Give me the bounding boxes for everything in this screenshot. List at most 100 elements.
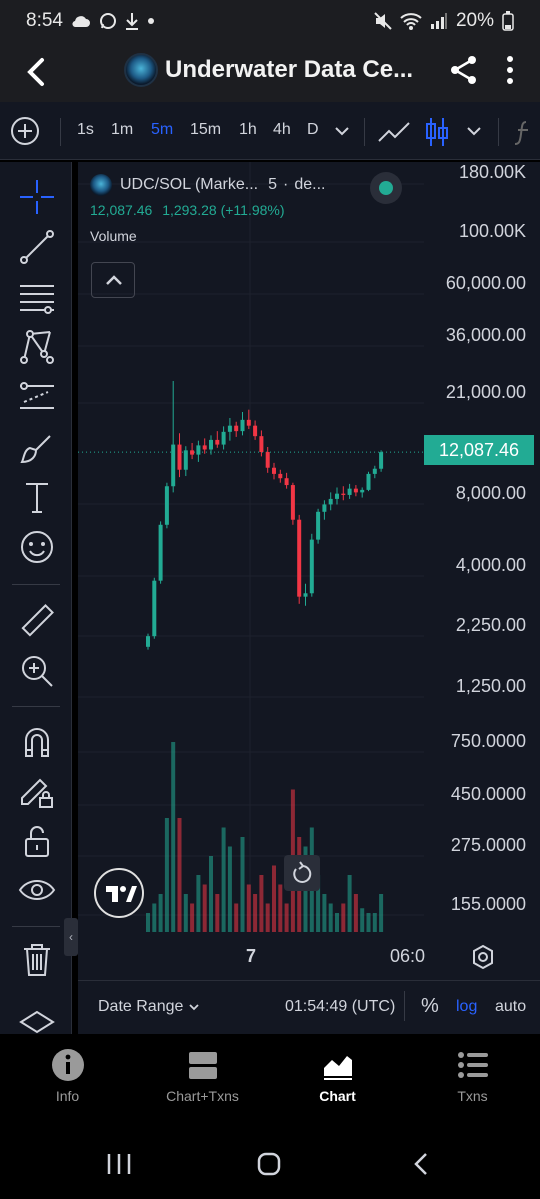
symbol-row[interactable]: UDC/SOL (Marke... 5 · de...	[90, 174, 325, 196]
volume-bar	[253, 894, 258, 932]
candle-body	[209, 439, 213, 450]
candle-body	[177, 444, 182, 470]
date-range-button[interactable]: Date Range	[98, 998, 183, 1016]
add-symbol-icon[interactable]	[10, 116, 40, 146]
candle-body	[221, 431, 226, 445]
timeframe-4h[interactable]: 4h	[273, 121, 291, 139]
volume-bar	[347, 875, 352, 932]
current-price-tag: 12,087.46	[424, 435, 534, 465]
tradingview-logo[interactable]	[94, 868, 144, 918]
text-icon[interactable]	[18, 478, 56, 516]
status-bar: 8:54 20%	[0, 0, 540, 42]
chart-toolbar: 1s 1m 5m 15m 1h 4h D	[0, 102, 540, 160]
volume-bar	[202, 884, 207, 932]
nav-txns[interactable]: Txns	[405, 1048, 540, 1104]
candles-icon[interactable]	[424, 116, 450, 148]
home-icon[interactable]	[256, 1152, 282, 1176]
timeframe-1h[interactable]: 1h	[239, 121, 257, 139]
candle-body	[360, 489, 365, 493]
volume-bar	[158, 894, 163, 932]
candle-body	[253, 425, 258, 437]
price-axis-label: 180.00K	[458, 162, 526, 182]
emoji-icon[interactable]	[18, 528, 56, 566]
token-logo	[124, 53, 158, 87]
crosshair-icon[interactable]	[18, 178, 56, 216]
chevron-down-icon[interactable]	[188, 1001, 200, 1013]
recent-apps-icon[interactable]	[106, 1152, 132, 1176]
candle-body	[372, 468, 377, 474]
more-vertical-icon[interactable]	[500, 54, 520, 86]
line-chart-icon[interactable]	[377, 119, 411, 145]
pattern-icon[interactable]	[18, 328, 56, 366]
utc-clock[interactable]: 01:54:49 (UTC)	[285, 998, 395, 1016]
candle-body	[316, 511, 321, 540]
volume-bar	[196, 875, 201, 932]
candle-body	[196, 445, 201, 455]
magnet-icon[interactable]	[18, 722, 56, 760]
symbol-name: UDC/SOL (Marke...	[120, 176, 259, 193]
share-icon[interactable]	[448, 54, 480, 86]
layers-icon[interactable]	[18, 1008, 56, 1034]
volume-bar	[246, 884, 251, 932]
signal-icon	[430, 13, 447, 29]
battery-icon	[502, 11, 514, 31]
volume-bar	[366, 913, 371, 932]
date-range-bar: Date Range 01:54:49 (UTC) % log auto	[78, 980, 540, 1032]
candle-body	[322, 504, 327, 512]
candle-body	[284, 478, 289, 486]
nav-chart[interactable]: Chart	[270, 1048, 405, 1104]
nav-chart-txns[interactable]: Chart+Txns	[135, 1048, 270, 1104]
indicators-icon[interactable]	[512, 118, 536, 148]
app-header: Underwater Data Ce...	[0, 42, 540, 102]
collapse-legend-button[interactable]	[91, 262, 135, 298]
auto-toggle[interactable]: auto	[495, 998, 526, 1016]
price-axis-label: 21,000.00	[445, 382, 526, 402]
timeframe-15m[interactable]: 15m	[190, 121, 221, 139]
collapse-toolbar-button[interactable]: ‹	[64, 918, 78, 956]
zoom-in-icon[interactable]	[18, 652, 56, 690]
lock-drawing-icon[interactable]	[18, 772, 56, 810]
price-axis-label: 450.0000	[450, 784, 526, 804]
prediction-icon[interactable]	[18, 378, 56, 416]
volume-bar	[171, 742, 176, 932]
wifi-icon	[400, 13, 422, 30]
unlock-icon[interactable]	[18, 822, 56, 860]
chevron-down-icon[interactable]	[334, 124, 350, 138]
nav-info-label: Info	[55, 1088, 80, 1104]
reset-chart-button[interactable]	[284, 855, 320, 891]
nav-info[interactable]: Info	[0, 1048, 135, 1104]
price-axis-label: 155.0000	[450, 894, 526, 914]
nav-chart-label: Chart	[319, 1088, 356, 1104]
brush-icon[interactable]	[18, 428, 56, 466]
timeframe-1m[interactable]: 1m	[111, 121, 133, 139]
trash-icon[interactable]	[18, 940, 56, 978]
candle-body	[190, 450, 195, 455]
timeframe-1s[interactable]: 1s	[77, 121, 94, 139]
volume-bar	[379, 894, 384, 932]
ruler-icon[interactable]	[18, 602, 56, 640]
fib-retracement-icon[interactable]	[18, 278, 56, 316]
system-navigation	[0, 1126, 540, 1199]
price-values: 12,087.46 1,293.28 (+11.98%)	[90, 202, 325, 218]
trend-line-icon[interactable]	[18, 228, 56, 266]
candle-body	[158, 524, 163, 581]
volume-bar	[353, 894, 358, 932]
interval-label: 5	[268, 176, 277, 193]
back-icon[interactable]	[410, 1152, 434, 1176]
percent-toggle[interactable]: %	[421, 995, 439, 1018]
candle-body	[297, 519, 302, 597]
toolbar-divider	[60, 118, 61, 146]
chart-txns-icon	[188, 1052, 217, 1079]
timeframe-d[interactable]: D	[307, 121, 319, 139]
candle-body	[379, 452, 384, 469]
back-arrow-icon[interactable]	[18, 52, 54, 92]
eye-icon[interactable]	[18, 872, 56, 910]
chart-settings-icon[interactable]	[470, 944, 496, 970]
candle-body	[215, 439, 220, 445]
chart-area[interactable]: UDC/SOL (Marke... 5 · de... 12,087.46 1,…	[78, 162, 540, 1034]
chevron-down-icon[interactable]	[466, 124, 482, 138]
separator: ·	[283, 176, 289, 193]
log-toggle[interactable]: log	[456, 998, 477, 1016]
last-price: 12,087.46	[90, 202, 153, 218]
timeframe-5m[interactable]: 5m	[151, 121, 173, 139]
